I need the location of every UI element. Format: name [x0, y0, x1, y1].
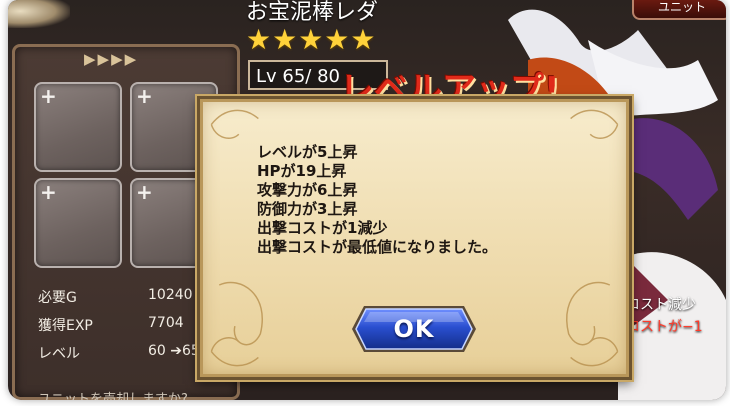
dialog-message: レベルが5上昇 HPが19上昇 攻撃力が6上昇 防御力が3上昇 出撃コストが1減… [257, 143, 497, 257]
stat-label: 獲得EXP [38, 318, 93, 334]
plus-icon: + [40, 84, 57, 108]
message-line: 攻撃力が6上昇 [257, 181, 358, 199]
material-slot-1[interactable]: + [34, 82, 122, 172]
message-line: 防御力が3上昇 [257, 200, 358, 218]
message-line: 出撃コストが最低値になりました。 [257, 238, 498, 256]
stat-value: 10240 [148, 287, 193, 303]
sell-prompt-text: ユニットを売却しますか? [38, 392, 188, 400]
character-name: お宝泥棒レダ [246, 0, 379, 25]
level-up-dialog: レベルが5上昇 HPが19上昇 攻撃力が6上昇 防御力が3上昇 出撃コストが1減… [197, 96, 632, 380]
arrow-indicator: ▶▶▶▶ [84, 50, 139, 68]
material-slot-3[interactable]: + [34, 178, 122, 268]
rarity-stars: ★★★★★ [246, 23, 377, 56]
cost-down-label: コスト減少 [626, 297, 696, 313]
stat-value: 60 ➔65 [148, 343, 200, 359]
cost-minus-label: コストが−1 [626, 319, 703, 335]
unit-tab[interactable]: ユニット [632, 0, 726, 20]
stat-value: 7704 [148, 315, 184, 331]
plus-icon: + [40, 180, 57, 204]
ok-label: OK [393, 315, 435, 343]
message-line: レベルが5上昇 [257, 143, 358, 161]
ok-button[interactable]: OK [350, 304, 478, 354]
message-line: 出撃コストが1減少 [257, 219, 388, 237]
corner-ornament [8, 0, 70, 28]
stat-label: 必要G [38, 290, 77, 306]
stat-label: レベル [38, 346, 80, 362]
plus-icon: + [136, 180, 153, 204]
message-line: HPが19上昇 [257, 162, 347, 180]
plus-icon: + [136, 84, 153, 108]
